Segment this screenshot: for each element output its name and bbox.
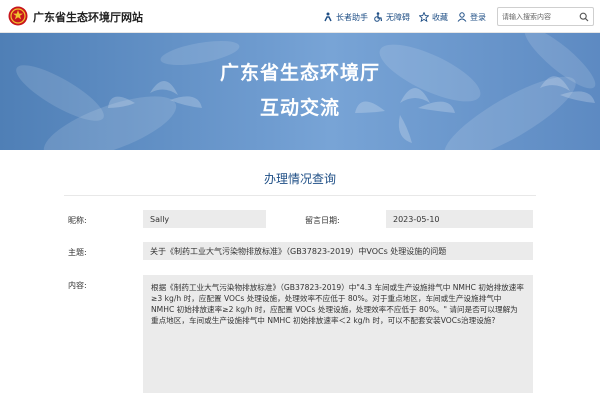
flower-decoration-icon	[16, 33, 596, 150]
search-button[interactable]	[577, 10, 591, 24]
search-box	[497, 7, 594, 26]
toolbar-login-label: 登录	[470, 12, 486, 22]
date-label: 留言日期:	[305, 216, 340, 225]
nickname-value: Sally	[143, 210, 266, 228]
content-value: 根据《制药工业大气污染物排放标准》（GB37823-2019）中"4.3 车间或…	[143, 275, 533, 393]
user-icon	[457, 12, 467, 22]
subject-value: 关于《制药工业大气污染物排放标准》（GB37823-2019）中VOCs 处理设…	[143, 242, 533, 260]
content-label: 内容:	[68, 281, 87, 290]
search-icon	[579, 12, 589, 22]
top-bar: 广东省生态环境厅网站 长者助手 无障碍 收藏 登录	[0, 0, 600, 33]
elder-assist-icon	[324, 12, 332, 22]
toolbar-login[interactable]: 登录	[457, 10, 486, 24]
section-divider	[64, 195, 536, 196]
star-icon	[419, 12, 429, 22]
nickname-label: 昵称:	[68, 216, 87, 225]
toolbar-accessibility[interactable]: 无障碍	[373, 10, 410, 24]
section-title: 办理情况查询	[263, 172, 336, 186]
toolbar-accessibility-label: 无障碍	[386, 12, 410, 22]
site-name[interactable]: 广东省生态环境厅网站	[33, 9, 143, 25]
accessibility-icon	[374, 12, 383, 22]
banner-title: 广东省生态环境厅	[219, 62, 380, 84]
subject-label: 主题:	[68, 248, 87, 257]
banner: 广东省生态环境厅 互动交流	[0, 33, 600, 150]
national-emblem-icon[interactable]	[8, 6, 28, 26]
banner-subtitle: 互动交流	[259, 97, 340, 119]
toolbar-favorite-label: 收藏	[432, 12, 448, 22]
toolbar-elder-assist-label: 长者助手	[336, 12, 368, 22]
toolbar-favorite[interactable]: 收藏	[419, 10, 448, 24]
search-input[interactable]	[502, 10, 576, 24]
date-value: 2023-05-10	[386, 210, 533, 228]
toolbar-elder-assist[interactable]: 长者助手	[323, 10, 368, 24]
